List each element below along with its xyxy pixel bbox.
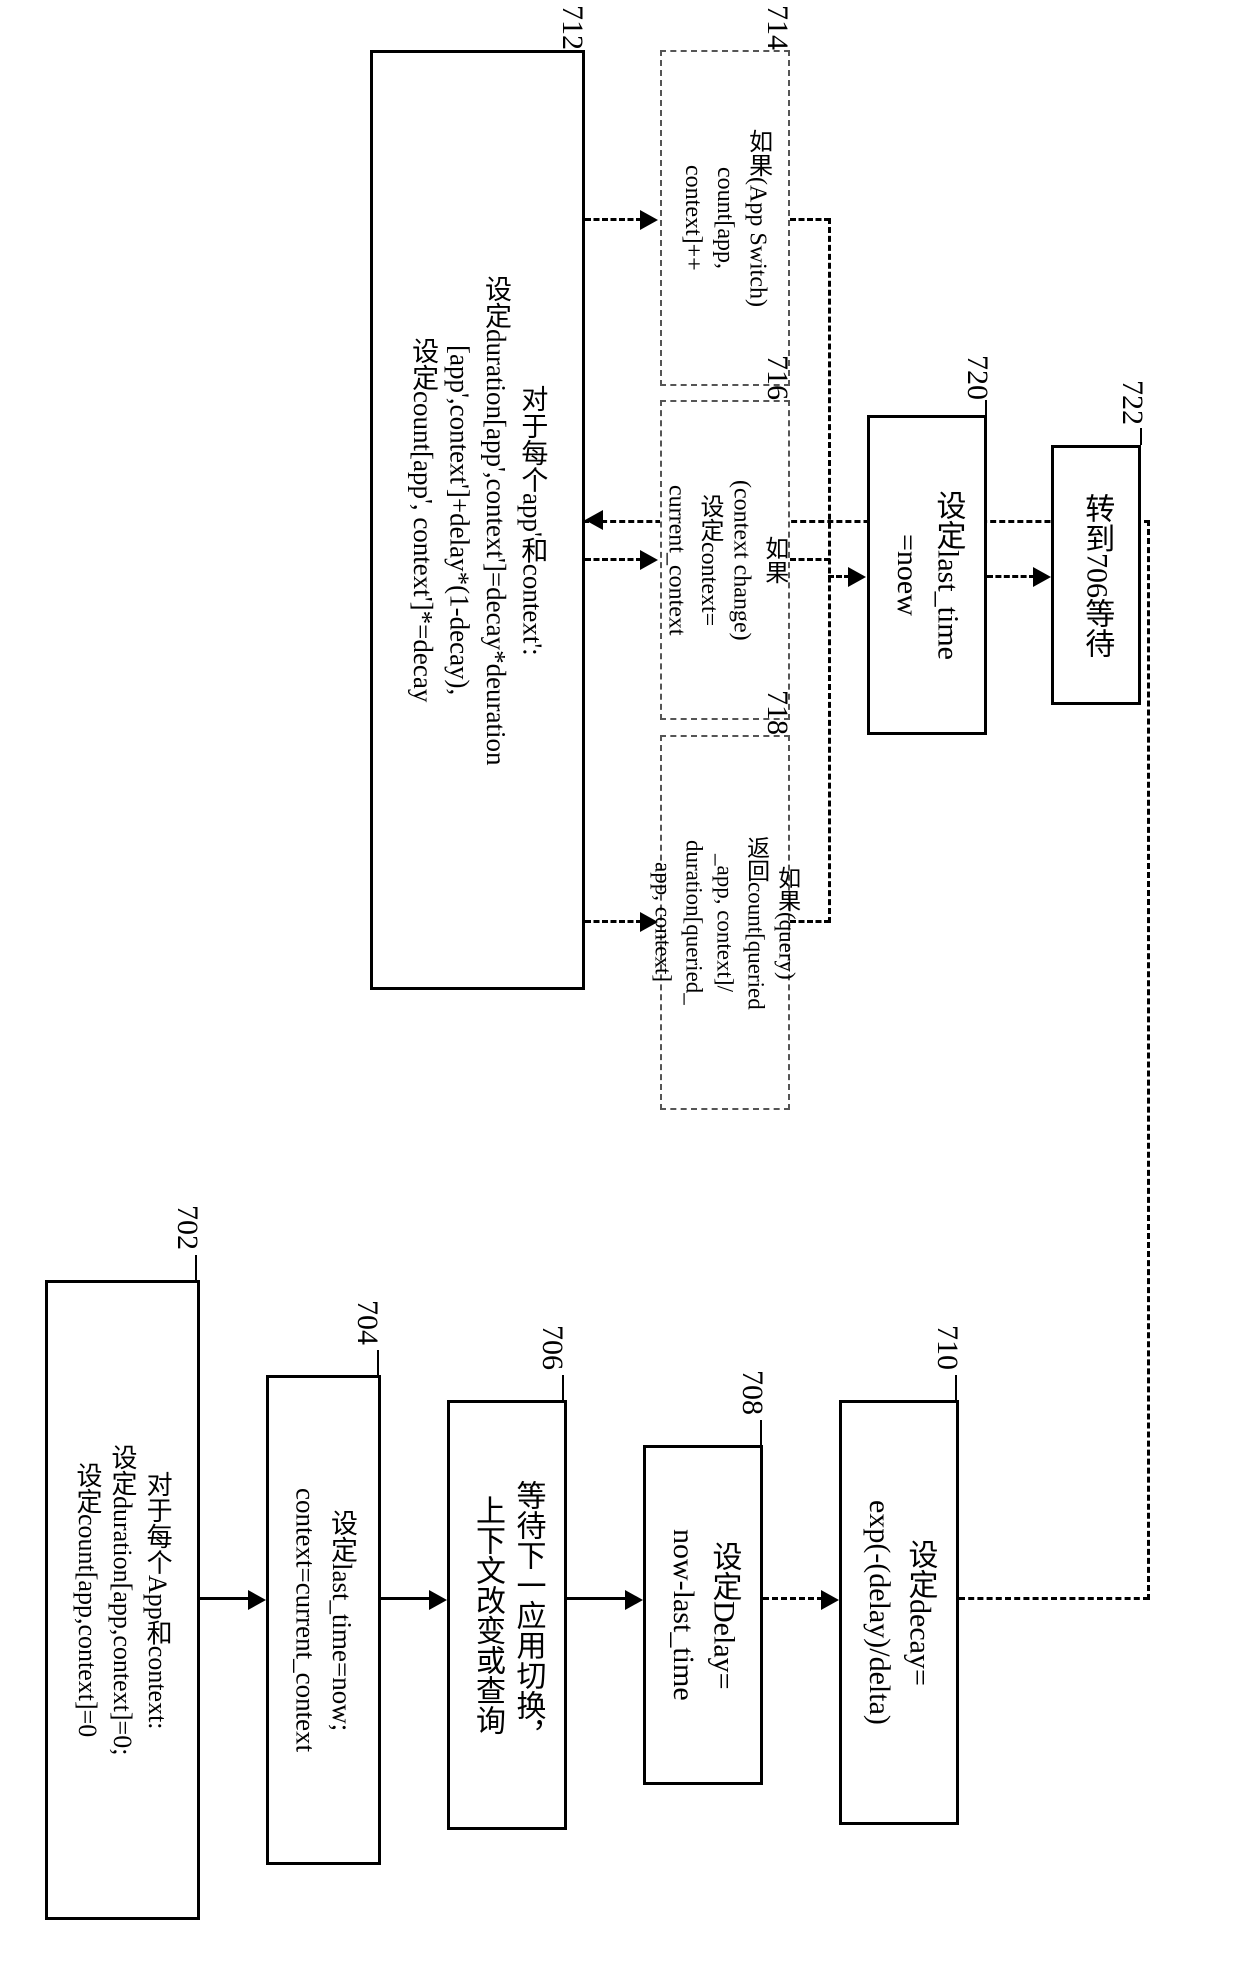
arrow-708-710-line	[763, 1597, 823, 1600]
label-710: 710	[930, 1325, 964, 1370]
leader-720	[985, 400, 987, 415]
merge-714	[790, 218, 830, 221]
arrow-706-708-line	[567, 1597, 627, 1600]
label-708: 708	[735, 1370, 769, 1415]
arrow-720-722-line	[987, 575, 1035, 578]
arrow-710-712-seg1	[959, 1597, 1149, 1600]
flowchart-canvas: { "labels": { "b702": "702", "b704": "70…	[0, 0, 1240, 1980]
label-716: 716	[760, 355, 794, 400]
conn-712-718-head	[640, 912, 658, 932]
leader-704	[377, 1350, 379, 1375]
box-708-text: 设定Delay= now-last_time	[658, 1509, 749, 1721]
conn-712-718	[585, 920, 642, 923]
box-712: 对于每个app'和context': 设定duration[app',conte…	[370, 50, 585, 990]
label-718: 718	[760, 690, 794, 735]
box-706: 等待下一应用切换， 上下文改变或查询	[447, 1400, 567, 1830]
box-714: 如果(App Switch) count[app, context]++	[660, 50, 790, 386]
label-720: 720	[960, 355, 994, 400]
label-704: 704	[350, 1300, 384, 1345]
box-716-text: 如果 (context change) 设定context= current_c…	[655, 460, 795, 661]
label-706: 706	[535, 1325, 569, 1370]
box-722-text: 转到706等待	[1071, 473, 1122, 678]
box-710-text: 设定decay= exp(-(delay)/delta)	[854, 1480, 945, 1745]
merge-716	[790, 558, 830, 561]
leader-722	[1140, 428, 1142, 445]
label-712: 712	[555, 5, 589, 50]
merge-to-720	[828, 575, 850, 578]
arrow-720-722-head	[1033, 567, 1051, 587]
box-712-text: 对于每个app'和context': 设定duration[app',conte…	[400, 255, 556, 786]
merge-718	[790, 920, 830, 923]
arrow-710-712-seg2	[1147, 520, 1150, 1600]
conn-712-714-head	[640, 210, 658, 230]
box-710: 设定decay= exp(-(delay)/delta)	[839, 1400, 959, 1825]
label-702: 702	[170, 1205, 204, 1250]
box-706-text: 等待下一应用切换， 上下文改变或查询	[462, 1460, 553, 1770]
box-702: 对于每个App和context: 设定duration[app,context]…	[45, 1280, 200, 1920]
arrow-708-710-head	[821, 1590, 839, 1610]
box-718: 如果(query) 返回count[queried _app, context]…	[660, 735, 790, 1110]
merge-to-720-head	[848, 567, 866, 587]
box-704: 设定last_time=now; context=current_context	[266, 1375, 381, 1865]
leader-710	[955, 1375, 957, 1400]
box-720: 设定last_time =noew	[867, 415, 987, 735]
conn-712-714	[585, 218, 642, 221]
leader-706	[562, 1375, 564, 1400]
merge-rail	[828, 218, 831, 923]
conn-712-716	[585, 558, 642, 561]
leader-708	[760, 1420, 762, 1445]
box-708: 设定Delay= now-last_time	[643, 1445, 763, 1785]
arrow-704-706-line	[381, 1597, 431, 1600]
label-714: 714	[760, 5, 794, 50]
leader-702	[195, 1255, 197, 1280]
arrow-710-712-head	[585, 510, 603, 530]
box-720-text: 设定last_time =noew	[882, 470, 973, 680]
box-718-text: 如果(query) 返回count[queried _app, context]…	[642, 816, 807, 1030]
arrow-702-704-head	[248, 1590, 266, 1610]
arrow-704-706-head	[429, 1590, 447, 1610]
box-702-text: 对于每个App和context: 设定duration[app,context]…	[65, 1424, 180, 1775]
arrow-706-708-head	[625, 1590, 643, 1610]
conn-712-716-head	[640, 550, 658, 570]
box-722: 转到706等待	[1051, 445, 1141, 705]
label-722: 722	[1115, 380, 1149, 425]
box-714-text: 如果(App Switch) count[app, context]++	[671, 109, 778, 327]
box-716: 如果 (context change) 设定context= current_c…	[660, 400, 790, 720]
box-704-text: 设定last_time=now; context=current_context	[282, 1468, 365, 1772]
arrow-702-704-line	[200, 1597, 250, 1600]
